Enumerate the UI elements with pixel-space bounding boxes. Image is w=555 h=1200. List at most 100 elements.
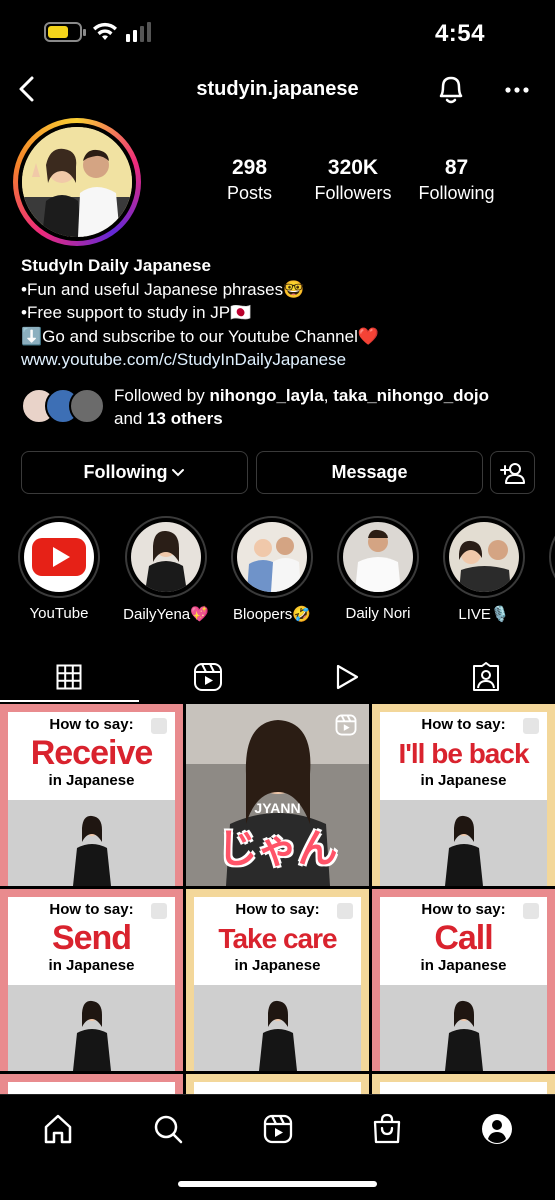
tab-tagged[interactable] [416, 652, 555, 702]
tab-reels[interactable] [139, 652, 278, 702]
multi-post-icon [335, 901, 355, 921]
highlight-label: Daily Nori [345, 605, 411, 622]
tab-posts-grid[interactable] [0, 652, 139, 702]
bell-icon[interactable] [435, 72, 467, 106]
grid-icon [56, 664, 82, 690]
search-icon [154, 1115, 183, 1144]
nav-profile[interactable] [477, 1109, 517, 1149]
multi-post-icon [521, 901, 541, 921]
story-highlights: YouTube DailyYena💖 Bloopers🤣 Daily Nori … [0, 516, 555, 636]
nav-home[interactable] [38, 1109, 78, 1149]
person-figure [444, 1000, 483, 1071]
post-tile[interactable] [0, 1074, 183, 1094]
profile-tabs [0, 652, 555, 702]
post-romaji: JYANN [254, 800, 301, 816]
person-figure [72, 1000, 111, 1071]
followed-by-text: Followed by nihongo_layla, taka_nihongo_… [114, 386, 490, 428]
post-tile[interactable] [186, 1074, 369, 1094]
highlight-label: LIVE🎙️ [458, 606, 510, 623]
highlight-label: Bloopers🤣 [233, 606, 311, 623]
post-word: Receive [30, 734, 154, 772]
post-tile[interactable] [372, 1074, 555, 1094]
bio-line: •Free support to study in JP🇯🇵 [21, 303, 252, 322]
highlight-image [237, 522, 307, 592]
profile-actions: Following Message [21, 451, 535, 494]
more-options-icon[interactable] [505, 86, 529, 94]
display-name: StudyIn Daily Japanese [21, 256, 211, 275]
profile-bio: StudyIn Daily Japanese •Fun and useful J… [21, 254, 541, 372]
status-time: 4:54 [434, 20, 485, 47]
nav-shop[interactable] [367, 1109, 407, 1149]
multi-post-icon [149, 901, 169, 921]
highlight-image [449, 522, 519, 592]
person-figure [72, 815, 111, 886]
post-word: I'll be back [398, 738, 529, 769]
multi-post-icon [149, 716, 169, 736]
bio-link[interactable]: www.youtube.com/c/StudyInDailyJapanese [21, 348, 541, 372]
bio-line: •Fun and useful Japanese phrases🤓 [21, 279, 305, 299]
profile-avatar[interactable] [13, 118, 141, 246]
post-kana: じゃん [217, 827, 338, 871]
post-word: Call [434, 919, 493, 957]
post-caption-japanese: in Japanese [420, 772, 507, 789]
reels-icon [335, 714, 357, 736]
tab-videos[interactable] [278, 652, 417, 702]
page-title: studyin.japanese [196, 78, 359, 100]
highlight-bloopers[interactable]: Bloopers🤣 [229, 516, 315, 623]
post-tile[interactable]: How to say: Send in Japanese [0, 889, 183, 1071]
home-indicator[interactable] [178, 1181, 377, 1187]
stat-posts[interactable]: 298 Posts [198, 156, 301, 204]
post-caption-japanese: in Japanese [48, 957, 135, 974]
post-tile[interactable]: How to say: I'll be back in Japanese [372, 704, 555, 886]
highlight-label: DailyYena💖 [123, 606, 209, 623]
followed-by[interactable]: Followed by nihongo_layla, taka_nihongo_… [21, 384, 541, 432]
signal-icon [126, 22, 151, 42]
stat-value: 298 [231, 156, 268, 179]
highlight-youtube[interactable]: YouTube [16, 516, 102, 622]
post-tile[interactable]: JYANN じゃん [186, 704, 369, 886]
nav-reels[interactable] [258, 1109, 298, 1149]
highlight-live[interactable]: LIVE🎙️ [441, 516, 527, 623]
home-icon [44, 1114, 72, 1144]
highlight-partial[interactable] [547, 516, 555, 598]
stat-label: Followers [314, 183, 392, 203]
posts-grid: How to say: Receive in Japanese JYANN じゃ… [0, 704, 555, 1094]
reels-icon [194, 663, 223, 691]
add-user-button[interactable] [490, 451, 535, 494]
person-figure [444, 815, 483, 886]
post-word: Take care [218, 923, 337, 954]
bio-line: ⬇️Go and subscribe to our Youtube Channe… [21, 326, 380, 346]
person-figure [258, 1000, 297, 1071]
post-tile[interactable]: How to say: Call in Japanese [372, 889, 555, 1071]
stat-label: Following [418, 183, 495, 203]
highlight-daily-nori[interactable]: Daily Nori [335, 516, 421, 622]
youtube-icon [24, 522, 94, 592]
stat-followers[interactable]: 320K Followers [302, 156, 405, 204]
wifi-icon [93, 22, 117, 40]
profile-header: studyin.japanese [0, 66, 555, 114]
status-bar: 4:54 [0, 0, 555, 66]
add-user-icon [499, 462, 525, 484]
nav-search[interactable] [148, 1109, 188, 1149]
post-caption-japanese: in Japanese [234, 957, 321, 974]
stat-following[interactable]: 87 Following [405, 156, 508, 204]
shopping-bag-icon [373, 1113, 401, 1144]
profile-stats: 298 Posts 320K Followers 87 Following [198, 156, 508, 204]
post-tile[interactable]: How to say: Receive in Japanese [0, 704, 183, 886]
highlight-dailyyena[interactable]: DailyYena💖 [123, 516, 209, 623]
post-caption-japanese: in Japanese [420, 957, 507, 974]
post-word: Send [51, 919, 132, 957]
profile-icon [482, 1114, 512, 1144]
highlight-image [343, 522, 413, 592]
following-button[interactable]: Following [21, 451, 248, 494]
message-button[interactable]: Message [256, 451, 483, 494]
multi-post-icon [521, 716, 541, 736]
avatar-image [22, 127, 132, 237]
reels-icon [263, 1114, 293, 1144]
post-tile[interactable]: How to say: Take care in Japanese [186, 889, 369, 1071]
follower-avatar [69, 388, 105, 424]
battery-icon [44, 22, 86, 42]
post-caption-japanese: in Japanese [48, 772, 135, 789]
highlight-image [131, 522, 201, 592]
highlight-label: YouTube [29, 605, 89, 622]
